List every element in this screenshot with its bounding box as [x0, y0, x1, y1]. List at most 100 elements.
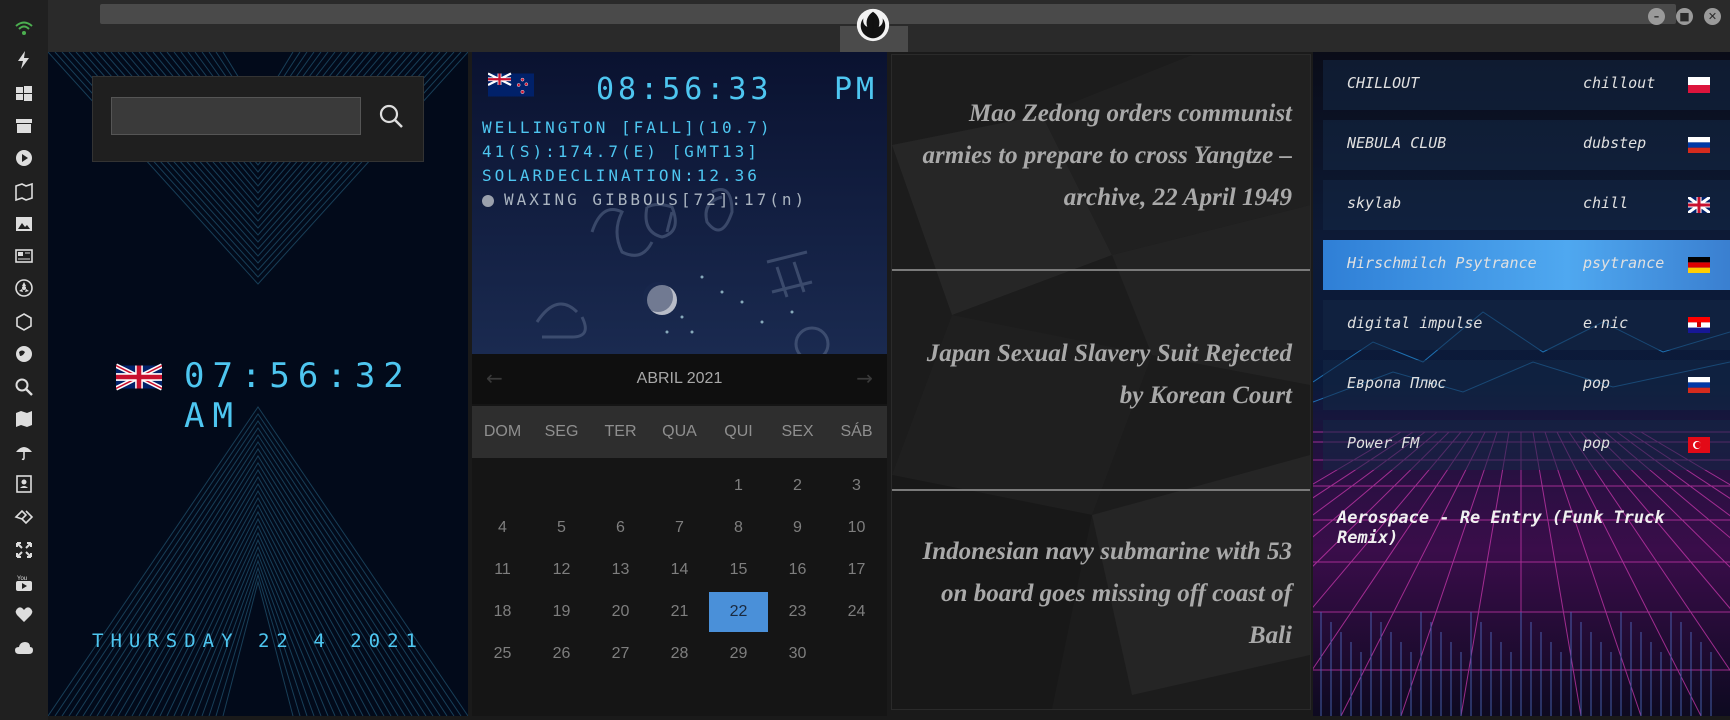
calendar-day[interactable]: 28	[650, 634, 709, 674]
radio-station-row[interactable]: Power FM pop	[1323, 420, 1730, 470]
calendar-day[interactable]: 18	[473, 592, 532, 632]
calendar-day[interactable]: 4	[473, 508, 532, 548]
calendar-day[interactable]: 21	[650, 592, 709, 632]
calendar-day[interactable]: 10	[827, 508, 886, 548]
calendar-day[interactable]: 12	[532, 550, 591, 590]
lightning-icon[interactable]	[12, 48, 36, 72]
app-sidebar: You	[0, 0, 48, 720]
calendar-month-title: ABRIL 2021	[636, 370, 723, 387]
uk-flag-icon	[116, 363, 162, 391]
russia-flag-icon	[1688, 377, 1710, 393]
news-panel: Mao Zedong orders communist armies to pr…	[891, 54, 1311, 710]
station-genre: pop	[1583, 434, 1611, 452]
image-icon[interactable]	[12, 212, 36, 236]
expand-icon[interactable]	[12, 538, 36, 562]
hexagon-icon[interactable]	[12, 310, 36, 334]
news-icon[interactable]	[12, 244, 36, 268]
rebel-alliance-icon[interactable]	[854, 6, 892, 44]
calendar-widget: ← ABRIL 2021 → DOM SEG TER QUA QUI SEX SÁB 123…	[472, 354, 887, 716]
windows-icon[interactable]	[12, 82, 36, 106]
weekday-header: QUA	[662, 423, 697, 440]
astro-panel: 08:56:33 PM WELLINGTON [FALL](10.7) 41(S…	[472, 52, 887, 354]
russia-flag-icon	[1688, 137, 1710, 153]
weekday-header: DOM	[483, 423, 522, 440]
calendar-day[interactable]: 25	[473, 634, 532, 674]
cloud-icon[interactable]	[12, 636, 36, 660]
station-genre: pop	[1583, 374, 1611, 392]
poland-flag-icon	[1688, 77, 1710, 93]
solar-declination-line: SOLARDECLINATION:12.36	[482, 166, 760, 185]
news-divider	[892, 489, 1310, 491]
globe-icon[interactable]	[12, 342, 36, 366]
calendar-day[interactable]: 24	[827, 592, 886, 632]
calendar-day[interactable]: 17	[827, 550, 886, 590]
station-name: skylab	[1347, 194, 1402, 212]
radio-station-row[interactable]: Европа Плюс pop	[1323, 360, 1730, 410]
close-button[interactable]: ✕	[1704, 8, 1721, 25]
minimize-button[interactable]: –	[1648, 8, 1665, 25]
contacts-icon[interactable]	[12, 472, 36, 496]
calendar-day-today[interactable]: 22	[709, 592, 768, 632]
calendar-day[interactable]: 29	[709, 634, 768, 674]
map-book-icon[interactable]	[12, 180, 36, 204]
station-genre: dubstep	[1583, 134, 1647, 152]
croatia-flag-icon	[1688, 317, 1710, 333]
calendar-day[interactable]: 8	[709, 508, 768, 548]
calendar-day[interactable]: 3	[827, 466, 886, 506]
station-genre: psytrance	[1583, 254, 1665, 272]
wifi-icon[interactable]	[12, 16, 36, 40]
radio-station-row[interactable]: digital impulse e.nic	[1323, 300, 1730, 350]
news-headline[interactable]: Mao Zedong orders communist armies to pr…	[912, 93, 1292, 219]
calendar-day[interactable]: 15	[709, 550, 768, 590]
station-name: digital impulse	[1347, 314, 1483, 332]
news-headline[interactable]: Indonesian navy submarine with 53 on boa…	[912, 531, 1292, 657]
search-icon	[379, 104, 403, 128]
calendar-day[interactable]: 19	[532, 592, 591, 632]
calendar-day[interactable]: 14	[650, 550, 709, 590]
calendar-day[interactable]: 13	[591, 550, 650, 590]
play-icon[interactable]	[12, 146, 36, 170]
search-button[interactable]	[373, 97, 409, 135]
calendar-day[interactable]: 27	[591, 634, 650, 674]
heart-icon[interactable]	[12, 603, 36, 627]
weekday-header: TER	[604, 423, 637, 440]
next-month-button[interactable]: →	[856, 366, 873, 390]
station-genre: chill	[1583, 194, 1629, 212]
map-icon[interactable]	[12, 407, 36, 431]
station-name: Европа Плюс	[1347, 374, 1447, 392]
search-box	[92, 76, 424, 162]
archive-icon[interactable]	[12, 114, 36, 138]
calendar-day[interactable]: 2	[768, 466, 827, 506]
station-genre: e.nic	[1583, 314, 1629, 332]
turkey-flag-icon	[1688, 437, 1710, 453]
umbrella-icon[interactable]	[12, 440, 36, 464]
calendar-day[interactable]: 9	[768, 508, 827, 548]
tag-icon[interactable]	[12, 505, 36, 529]
station-name: Power FM	[1347, 434, 1420, 452]
calendar-day[interactable]: 7	[650, 508, 709, 548]
radiation-icon[interactable]	[12, 276, 36, 300]
calendar-day[interactable]: 23	[768, 592, 827, 632]
calendar-day[interactable]: 1	[709, 466, 768, 506]
calendar-day[interactable]: 11	[473, 550, 532, 590]
station-name: NEBULA CLUB	[1347, 134, 1447, 152]
radio-station-row[interactable]: CHILLOUT chillout	[1323, 60, 1730, 110]
youtube-icon[interactable]: You	[12, 571, 36, 595]
germany-flag-icon	[1688, 257, 1710, 273]
moon-icon	[482, 194, 494, 207]
search-input[interactable]	[111, 97, 361, 135]
calendar-day[interactable]: 5	[532, 508, 591, 548]
calendar-day[interactable]: 26	[532, 634, 591, 674]
maximize-button[interactable]: ■	[1676, 8, 1693, 25]
calendar-day[interactable]: 6	[591, 508, 650, 548]
weekday-header: SEX	[781, 423, 814, 440]
calendar-day[interactable]: 20	[591, 592, 650, 632]
station-genre: chillout	[1583, 74, 1656, 92]
calendar-day[interactable]: 16	[768, 550, 827, 590]
radio-station-row[interactable]: NEBULA CLUB dubstep	[1323, 120, 1730, 170]
radio-station-row[interactable]: skylab chill	[1323, 180, 1730, 230]
calendar-day[interactable]: 30	[768, 634, 827, 674]
radio-station-row[interactable]: Hirschmilch Psytrance psytrance	[1323, 240, 1730, 290]
news-headline[interactable]: Japan Sexual Slavery Suit Rejected by Ko…	[912, 333, 1292, 417]
search-icon[interactable]	[12, 375, 36, 399]
